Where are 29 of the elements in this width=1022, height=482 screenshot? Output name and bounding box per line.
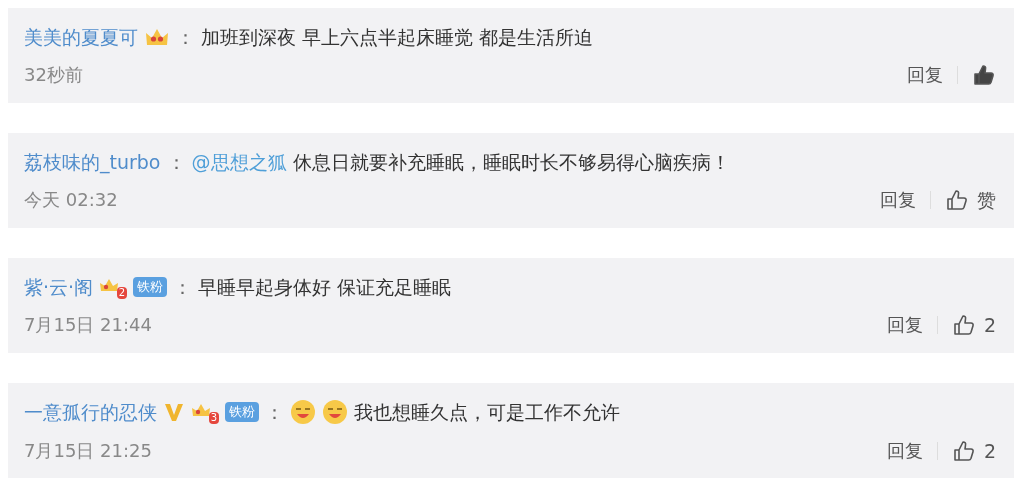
reply-button[interactable]: 回复 xyxy=(886,313,923,336)
liked-thumbs-up-button[interactable] xyxy=(972,62,996,87)
reply-button[interactable]: 回复 xyxy=(886,439,923,462)
colon: ： xyxy=(166,149,186,174)
like-button[interactable]: 赞 xyxy=(945,187,996,212)
reply-button[interactable]: 回复 xyxy=(880,188,916,211)
laughing-emoji-icon xyxy=(290,398,316,425)
comment-time: 7月15日 21:44 xyxy=(24,313,152,336)
level-number: 3 xyxy=(208,411,219,424)
comment-text: 早睡早起身体好 保证充足睡眠 xyxy=(198,274,452,299)
reply-button[interactable]: 回复 xyxy=(907,63,943,86)
fan-tag: 铁粉 xyxy=(225,401,259,422)
thumbs-up-icon xyxy=(945,187,969,212)
colon: ： xyxy=(265,399,284,424)
comment-time: 7月15日 21:25 xyxy=(24,439,152,462)
comment-text: 我也想睡久点，可是工作不允许 xyxy=(354,399,620,424)
level-number: 2 xyxy=(116,286,128,299)
thumbs-up-icon xyxy=(951,438,976,463)
laughing-emoji-icon xyxy=(322,398,348,425)
colon: ： xyxy=(173,274,193,299)
thumbs-up-icon xyxy=(951,312,976,337)
comment-time: 今天 02:32 xyxy=(24,188,118,211)
colon: ： xyxy=(176,24,195,49)
like-button[interactable]: 2 xyxy=(951,312,996,337)
comment-text: 加班到深夜 早上六点半起床睡觉 都是生活所迫 xyxy=(201,24,594,49)
comment-time: 32秒前 xyxy=(24,63,83,86)
comment-text: 休息日就要补充睡眠，睡眠时长不够易得心脑疾病！ xyxy=(292,149,730,174)
fan-tag: 铁粉 xyxy=(133,276,168,297)
like-button[interactable]: 2 xyxy=(951,438,996,463)
